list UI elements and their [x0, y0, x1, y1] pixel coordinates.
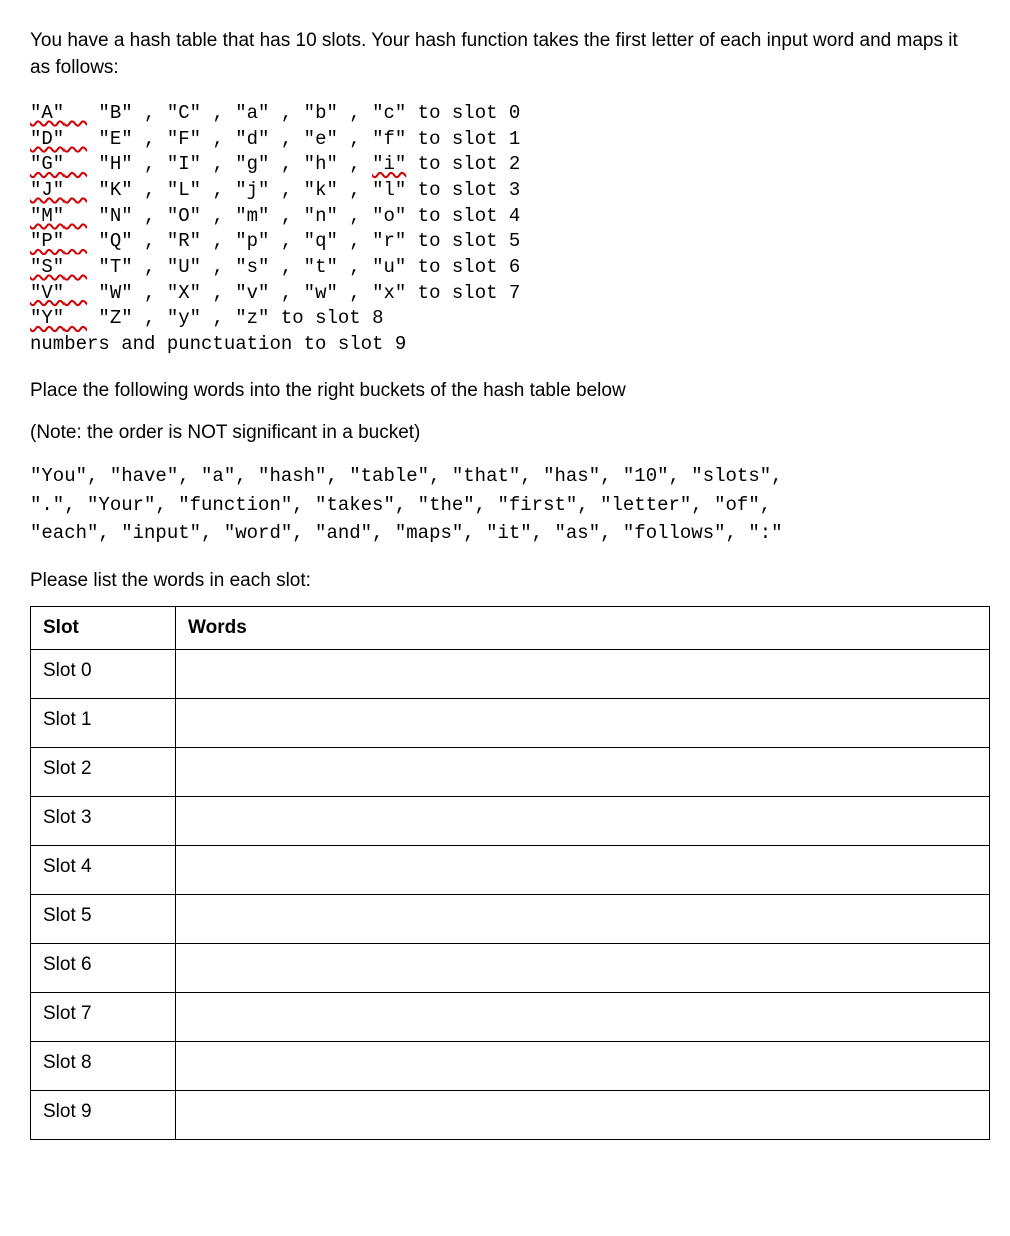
slot-words-cell[interactable] [176, 992, 990, 1041]
slot-label: Slot 5 [31, 894, 176, 943]
mapping-gap [64, 179, 87, 201]
mapping-first-letter: "Y" [30, 307, 64, 329]
mapping-rest: "K" , "L" , "j" , "k" , "l" to slot 3 [87, 179, 520, 201]
slot-words-cell[interactable] [176, 698, 990, 747]
mapping-gap [64, 205, 87, 227]
slot-words-cell[interactable] [176, 845, 990, 894]
mapping-rest: "B" , "C" , "a" , "b" , "c" to slot 0 [87, 102, 520, 124]
slot-label: Slot 0 [31, 649, 176, 698]
mapping-gap [64, 128, 87, 150]
slot-label: Slot 6 [31, 943, 176, 992]
slot-words-cell[interactable] [176, 943, 990, 992]
mapping-gap [64, 102, 87, 124]
table-row: Slot 2 [31, 747, 990, 796]
mapping-first-letter: "G" [30, 153, 64, 175]
header-slot: Slot [31, 606, 176, 649]
table-row: Slot 5 [31, 894, 990, 943]
mapping-first-letter: "A" [30, 102, 64, 124]
header-words: Words [176, 606, 990, 649]
hash-mapping-block: "A" "B" , "C" , "a" , "b" , "c" to slot … [30, 101, 980, 357]
mapping-first-letter: "D" [30, 128, 64, 150]
table-row: Slot 9 [31, 1090, 990, 1139]
table-header-row: Slot Words [31, 606, 990, 649]
mapping-first-letter: "P" [30, 230, 64, 252]
word-list: "You", "have", "a", "hash", "table", "th… [30, 462, 980, 548]
mapping-rest: "N" , "O" , "m" , "n" , "o" to slot 4 [87, 205, 520, 227]
mapping-gap [64, 153, 87, 175]
mapping-first-letter: "J" [30, 179, 64, 201]
mapping-gap [64, 307, 87, 329]
mapping-rest: "Q" , "R" , "p" , "q" , "r" to slot 5 [87, 230, 520, 252]
table-row: Slot 0 [31, 649, 990, 698]
note-text: (Note: the order is NOT significant in a… [30, 422, 980, 444]
slot-table: Slot Words Slot 0Slot 1Slot 2Slot 3Slot … [30, 606, 990, 1140]
mapping-gap [64, 230, 87, 252]
slot-label: Slot 8 [31, 1041, 176, 1090]
mapping-last: numbers and punctuation to slot 9 [30, 333, 406, 355]
slot-label: Slot 2 [31, 747, 176, 796]
table-row: Slot 3 [31, 796, 990, 845]
slot-words-cell[interactable] [176, 747, 990, 796]
mapping-first-letter: "M" [30, 205, 64, 227]
table-row: Slot 1 [31, 698, 990, 747]
table-row: Slot 8 [31, 1041, 990, 1090]
slot-label: Slot 7 [31, 992, 176, 1041]
slot-label: Slot 4 [31, 845, 176, 894]
mapping-rest: "Z" , "y" , "z" to slot 8 [87, 307, 383, 329]
mapping-rest: "T" , "U" , "s" , "t" , "u" to slot 6 [87, 256, 520, 278]
mapping-rest: "W" , "X" , "v" , "w" , "x" to slot 7 [87, 282, 520, 304]
intro-text: You have a hash table that has 10 slots.… [30, 28, 980, 81]
slot-words-cell[interactable] [176, 1041, 990, 1090]
slot-words-cell[interactable] [176, 894, 990, 943]
mapping-spellcheck: "i" [372, 153, 406, 175]
table-row: Slot 7 [31, 992, 990, 1041]
mapping-rest2: to slot 2 [406, 153, 520, 175]
slot-label: Slot 9 [31, 1090, 176, 1139]
slot-words-cell[interactable] [176, 796, 990, 845]
mapping-first-letter: "S" [30, 256, 64, 278]
slot-label: Slot 1 [31, 698, 176, 747]
list-header: Please list the words in each slot: [30, 570, 980, 592]
mapping-first-letter: "V" [30, 282, 64, 304]
mapping-gap [64, 256, 87, 278]
slot-words-cell[interactable] [176, 1090, 990, 1139]
instruction-text: Place the following words into the right… [30, 378, 980, 405]
mapping-rest: "H" , "I" , "g" , "h" , [87, 153, 372, 175]
mapping-gap [64, 282, 87, 304]
table-row: Slot 6 [31, 943, 990, 992]
slot-words-cell[interactable] [176, 649, 990, 698]
slot-label: Slot 3 [31, 796, 176, 845]
table-row: Slot 4 [31, 845, 990, 894]
mapping-rest: "E" , "F" , "d" , "e" , "f" to slot 1 [87, 128, 520, 150]
